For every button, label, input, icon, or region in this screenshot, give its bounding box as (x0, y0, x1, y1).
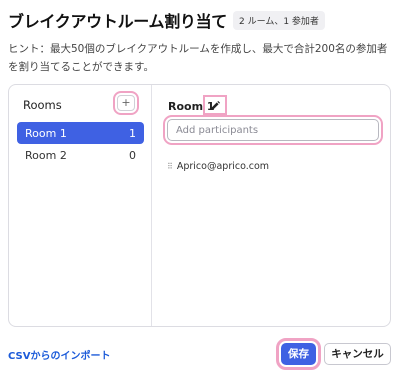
pencil-icon (211, 101, 220, 110)
participant-email: Aprico@aprico.com (176, 161, 270, 172)
room-name: Room 1 (25, 126, 67, 140)
title-row: ブレイクアウトルーム割り当て 2 ルーム、1 参加者 (8, 8, 325, 32)
cancel-button[interactable]: キャンセル (324, 343, 391, 365)
room-count: 1 (129, 126, 136, 140)
add-room-button[interactable]: + (113, 91, 139, 115)
room-detail: Room 1 ⠿ Aprico@aprico.com (152, 85, 390, 326)
csv-import-link[interactable]: CSVからのインポート (8, 347, 110, 362)
dialog-title: ブレイクアウトルーム割り当て (8, 12, 228, 31)
drag-handle-icon[interactable]: ⠿ (167, 162, 173, 171)
edit-room-name-button[interactable] (203, 95, 227, 115)
save-button[interactable]: 保存 (276, 338, 321, 370)
room-item-2[interactable]: Room 2 0 (17, 144, 144, 166)
count-badge: 2 ルーム、1 参加者 (233, 10, 325, 30)
room-list: Rooms + Room 1 1 Room 2 0 (9, 85, 152, 326)
room-name: Room 2 (25, 148, 67, 162)
add-participants-input[interactable] (163, 115, 383, 145)
hint-text: ヒント：最大50個のブレイクアウトルームを作成し、最大で合計200名の参加者を割… (8, 43, 388, 73)
participant-item[interactable]: ⠿ Aprico@aprico.com (167, 161, 269, 172)
rooms-heading: Rooms (23, 98, 62, 112)
room-count: 0 (129, 148, 136, 162)
room-item-1[interactable]: Room 1 1 (17, 122, 144, 144)
rooms-panel: Rooms + Room 1 1 Room 2 0 Room 1 ⠿ (8, 84, 391, 327)
